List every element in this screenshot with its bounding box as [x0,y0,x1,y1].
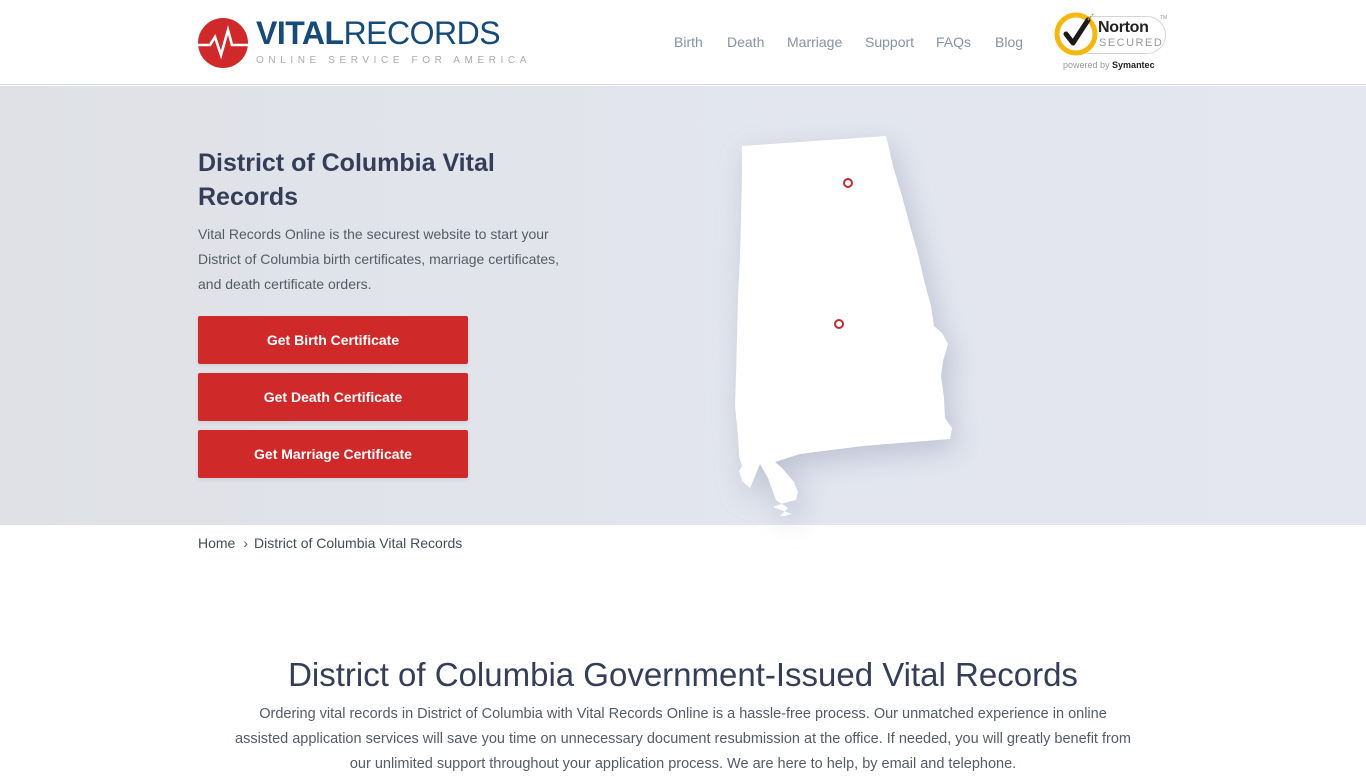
site-header: VITALRECORDS ONLINE SERVICE FOR AMERICA … [0,0,1366,85]
nav-blog[interactable]: Blog [995,34,1023,50]
get-marriage-certificate-button[interactable]: Get Marriage Certificate [198,430,468,478]
norton-secured-badge[interactable]: Norton SECURED TM powered by Symantec [1054,8,1170,74]
badge-powered-by: powered by Symantec [1063,60,1155,70]
nav-marriage[interactable]: Marriage [787,34,842,50]
nav-birth[interactable]: Birth [674,34,703,50]
checkmark-icon [1054,12,1098,56]
breadcrumb-current: District of Columbia Vital Records [254,535,463,551]
state-map-icon [735,136,952,516]
logo-tagline: ONLINE SERVICE FOR AMERICA [256,55,532,66]
breadcrumb: Home › District of Columbia Vital Records [198,535,462,551]
logo-wordmark: VITALRECORDS [256,15,501,51]
hero-description: Vital Records Online is the securest web… [198,226,559,292]
page-title: District of Columbia Vital Records [198,149,495,211]
map-marker [843,178,853,188]
section-body: Ordering vital records in District of Co… [235,706,1131,772]
nav-death[interactable]: Death [727,34,764,50]
nav-support[interactable]: Support [865,34,914,50]
badge-secured: SECURED [1099,37,1164,49]
map-marker [834,319,844,329]
badge-name: Norton [1098,19,1149,36]
get-death-certificate-button[interactable]: Get Death Certificate [198,373,468,421]
heartbeat-icon [198,18,248,68]
chevron-right-icon: › [243,535,249,551]
section-title: District of Columbia Government-Issued V… [288,656,1078,693]
hero-section: District of Columbia Vital Records Vital… [0,86,1366,525]
badge-tm: TM [1160,15,1168,21]
breadcrumb-home[interactable]: Home [198,535,235,551]
get-birth-certificate-button[interactable]: Get Birth Certificate [198,316,468,364]
nav-faqs[interactable]: FAQs [936,34,971,50]
site-logo[interactable]: VITALRECORDS ONLINE SERVICE FOR AMERICA [198,15,526,69]
